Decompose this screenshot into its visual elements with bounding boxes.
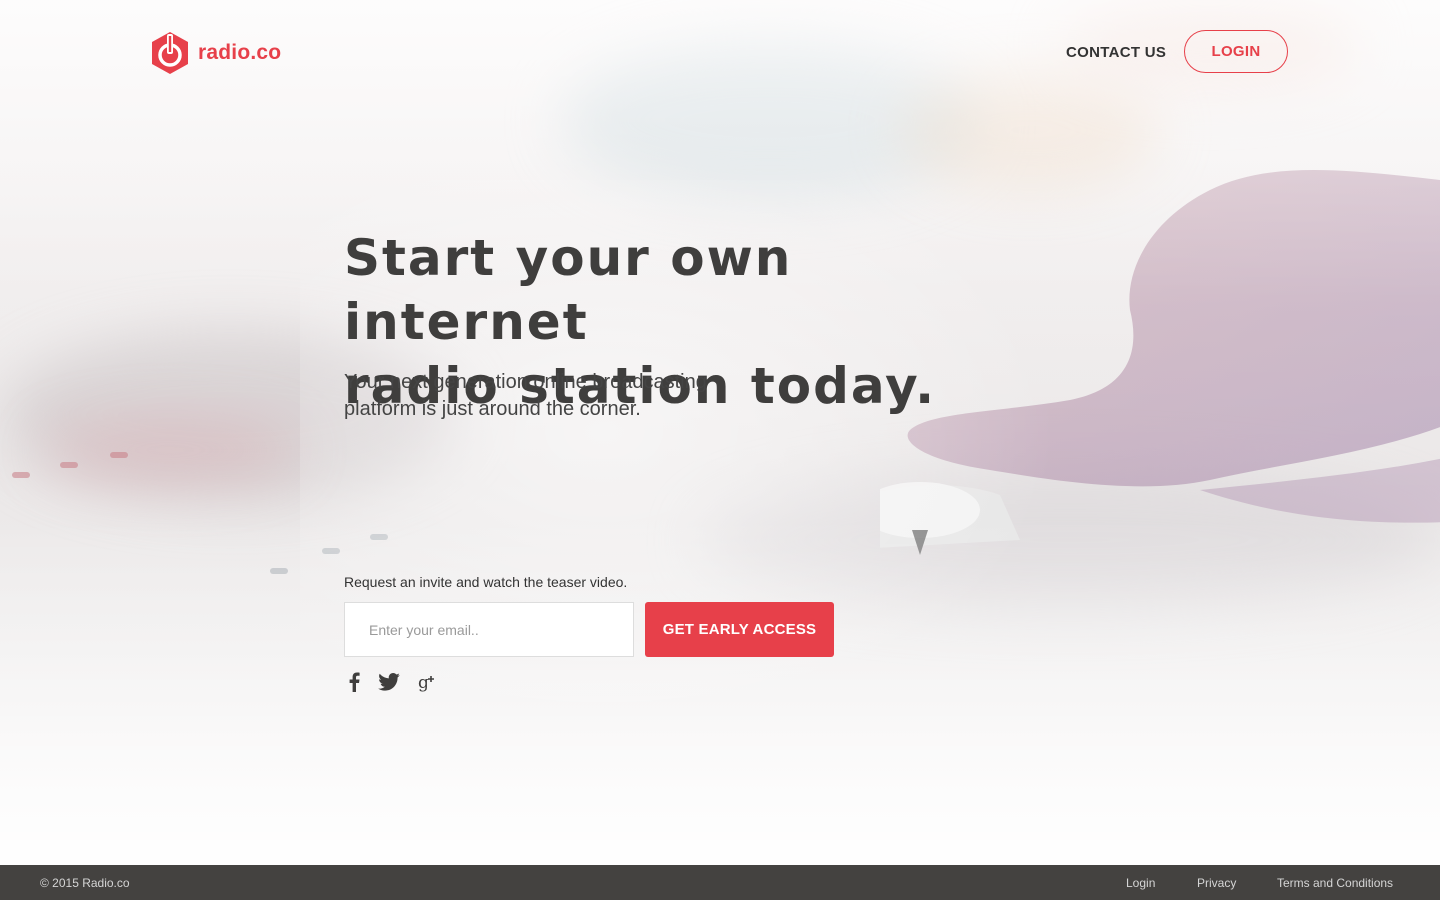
radio-logo-icon bbox=[152, 32, 188, 74]
hero-headline-line-1: Start your own internet bbox=[344, 229, 793, 351]
get-early-access-button[interactable]: GET EARLY ACCESS bbox=[645, 602, 834, 657]
site-footer: © 2015 Radio.co Login Privacy Terms and … bbox=[0, 865, 1440, 900]
email-input[interactable] bbox=[344, 602, 634, 657]
logo-text: radio.co bbox=[198, 41, 282, 64]
copyright-text: © 2015 Radio.co bbox=[40, 876, 130, 890]
social-links: g bbox=[348, 672, 456, 692]
footer-privacy-link[interactable]: Privacy bbox=[1197, 876, 1236, 890]
hero-subheadline-line-2: platform is just around the corner. bbox=[344, 398, 641, 420]
footer-terms-link[interactable]: Terms and Conditions bbox=[1277, 876, 1393, 890]
google-plus-icon[interactable]: g bbox=[418, 672, 438, 692]
invite-text: Request an invite and watch the teaser v… bbox=[344, 574, 628, 590]
footer-login-link[interactable]: Login bbox=[1126, 876, 1155, 890]
facebook-icon[interactable] bbox=[348, 672, 360, 692]
site-logo[interactable]: radio.co bbox=[150, 30, 281, 76]
svg-text:g: g bbox=[418, 673, 429, 692]
hero-subheadline-line-1: Your next generation online broadcasting bbox=[344, 371, 707, 393]
hero-subheadline: Your next generation online broadcasting… bbox=[344, 369, 764, 423]
contact-us-link[interactable]: CONTACT US bbox=[1066, 44, 1166, 61]
twitter-icon[interactable] bbox=[378, 673, 400, 691]
login-button[interactable]: LOGIN bbox=[1184, 30, 1288, 73]
